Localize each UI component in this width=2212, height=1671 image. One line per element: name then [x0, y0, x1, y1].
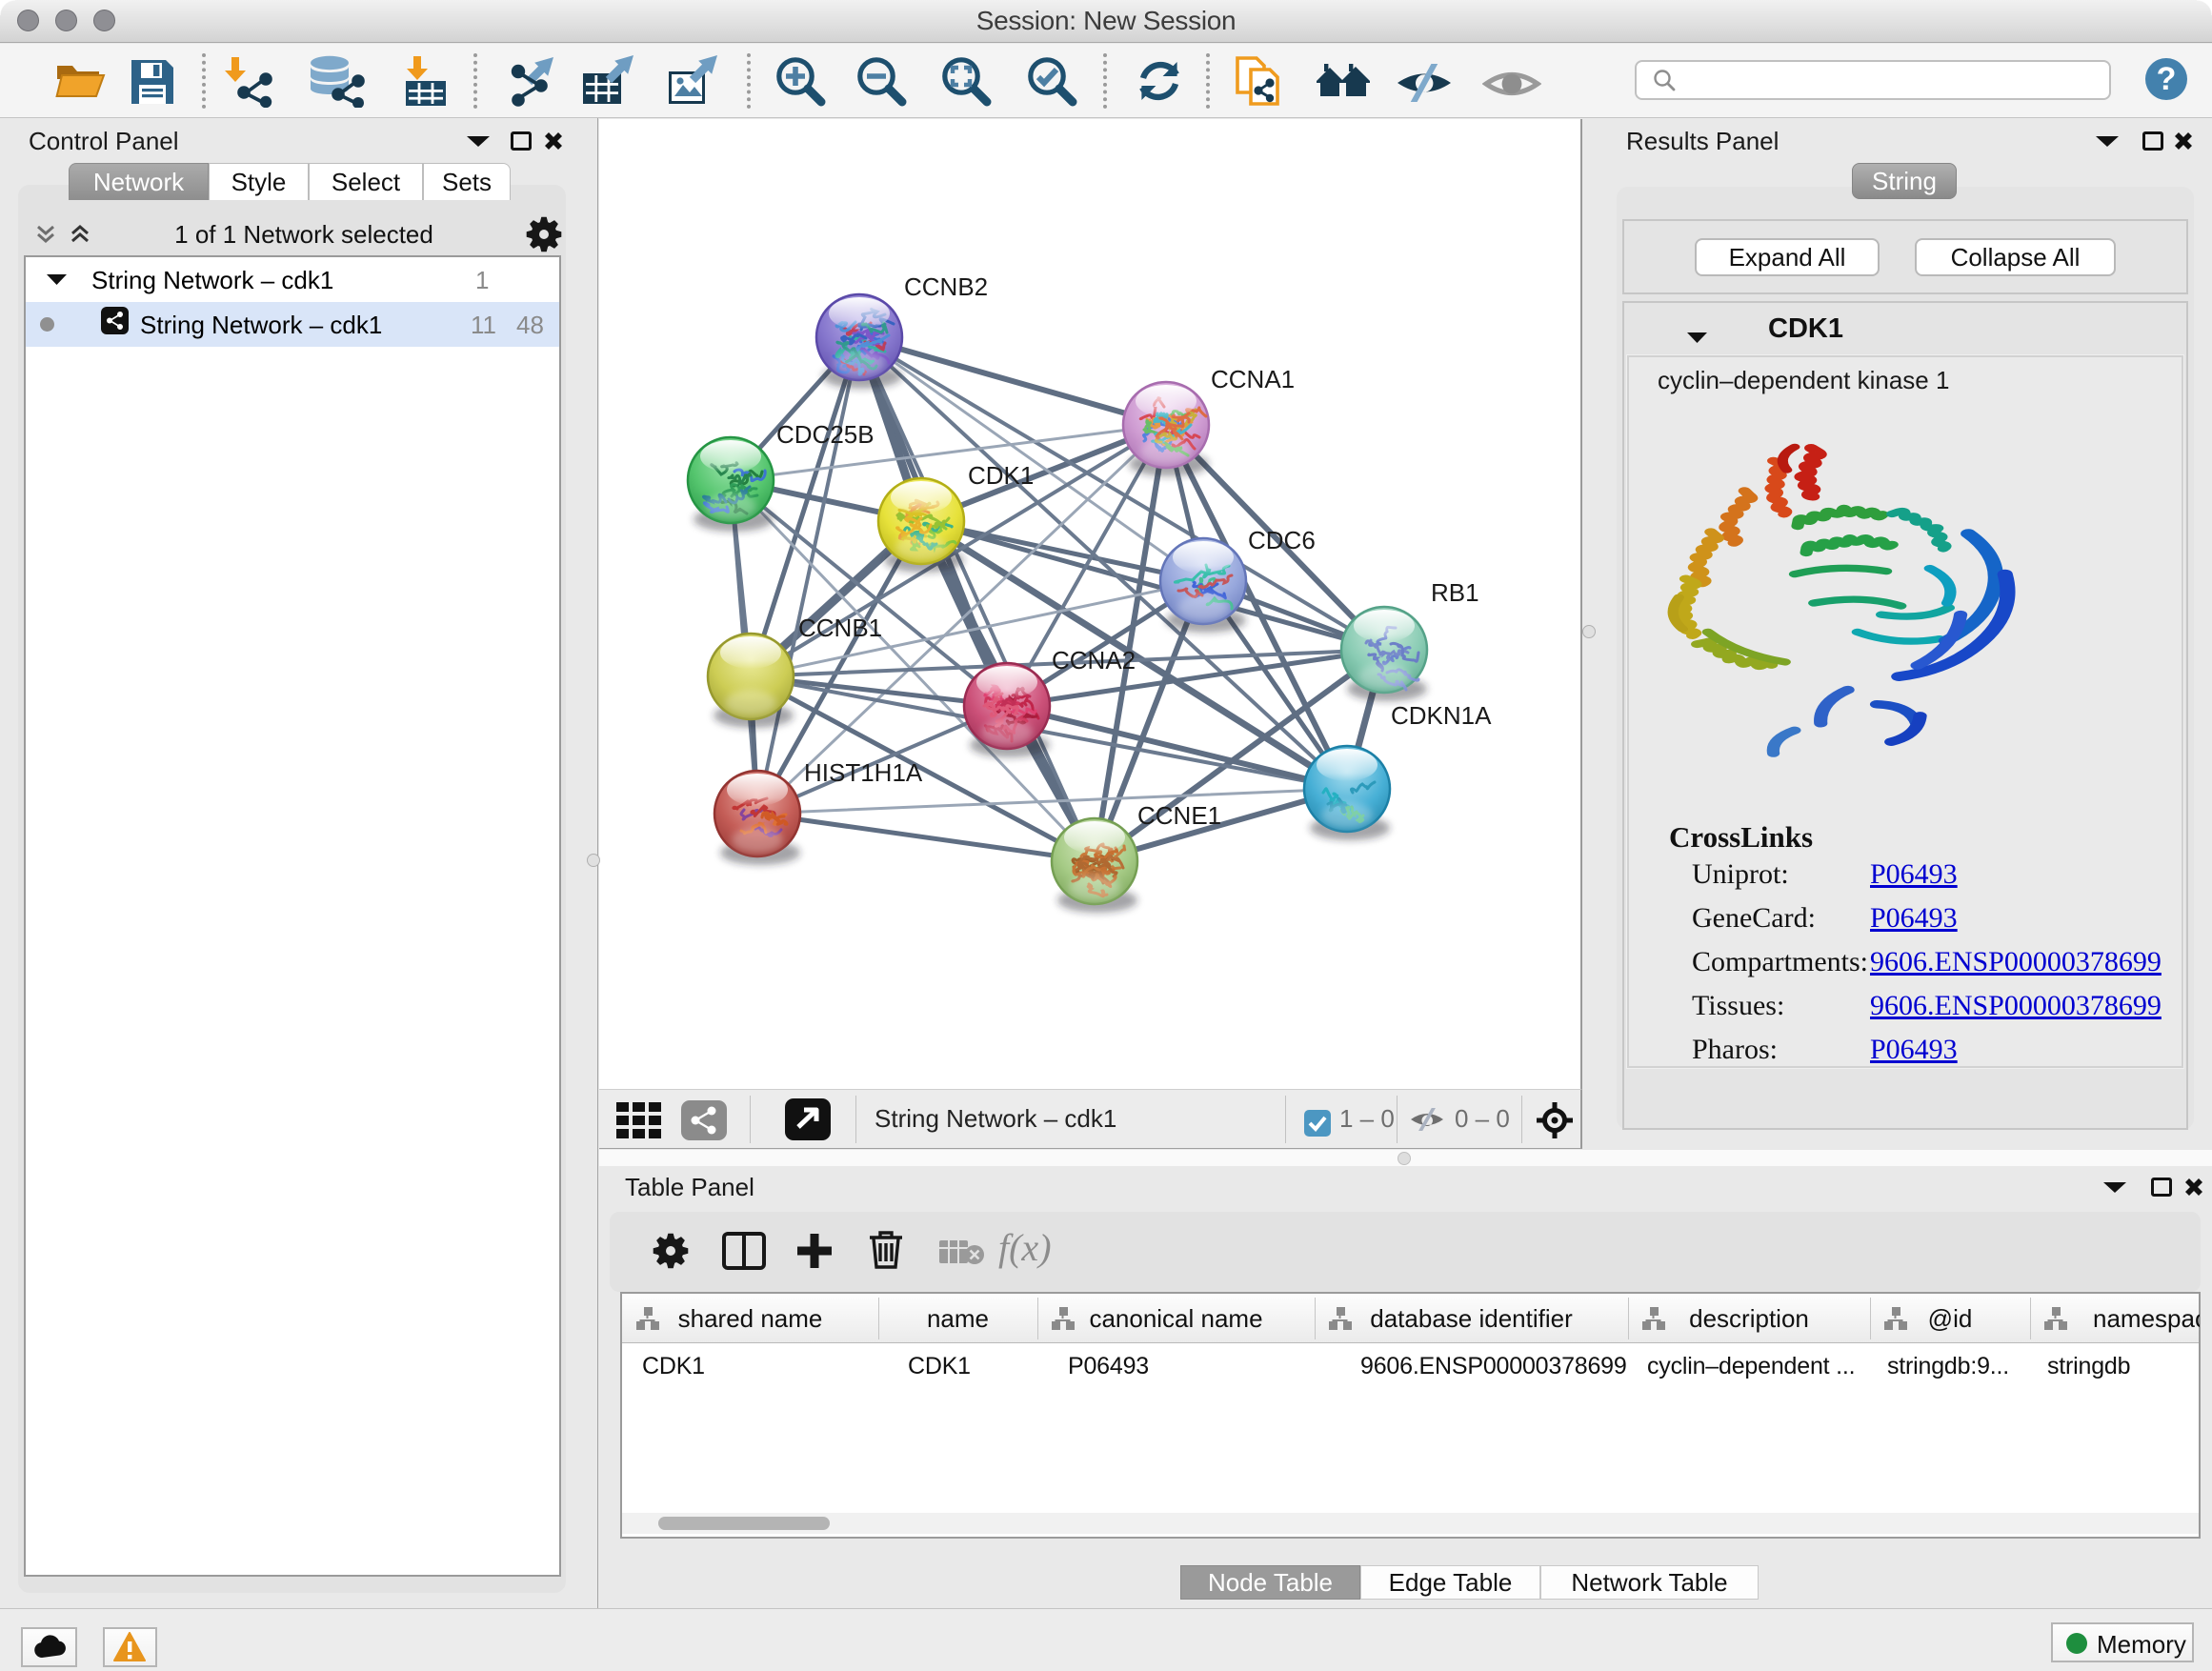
svg-text:RB1: RB1 [1431, 578, 1479, 607]
svg-text:CCNA1: CCNA1 [1211, 365, 1295, 393]
svg-text:CCNA2: CCNA2 [1052, 646, 1136, 674]
svg-text:CDC25B: CDC25B [776, 420, 875, 449]
svg-text:CDKN1A: CDKN1A [1391, 701, 1492, 730]
svg-text:CDC6: CDC6 [1248, 526, 1316, 554]
svg-text:HIST1H1A: HIST1H1A [804, 758, 923, 787]
svg-text:CCNB1: CCNB1 [798, 614, 882, 642]
svg-text:CDK1: CDK1 [968, 461, 1034, 490]
svg-text:CCNE1: CCNE1 [1137, 801, 1221, 830]
svg-text:CCNB2: CCNB2 [904, 272, 988, 301]
